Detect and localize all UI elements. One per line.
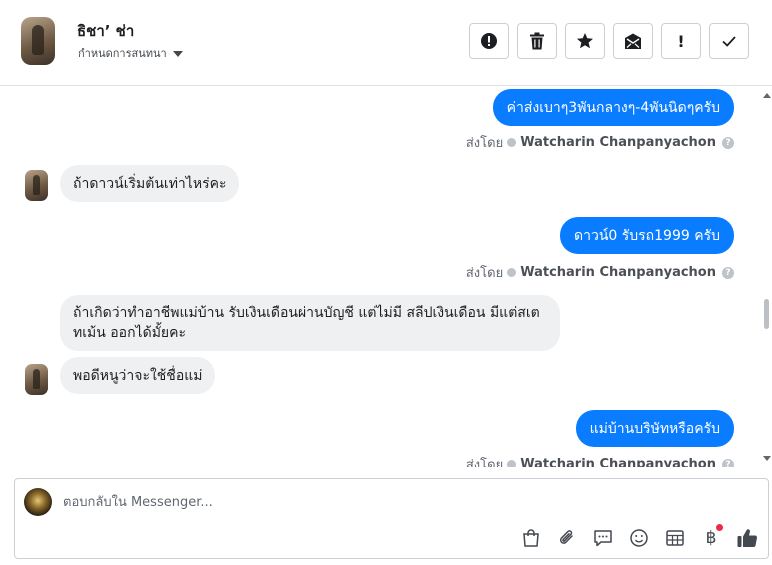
contact-name[interactable]: ธิชา’ ช่า: [77, 19, 134, 43]
thread-header: ธิชา’ ช่า กำหนดการสนทนา !: [0, 0, 772, 86]
contact-avatar-small: [25, 170, 48, 201]
scroll-down-arrow-icon[interactable]: [763, 456, 771, 461]
mark-unread-button[interactable]: [613, 23, 653, 59]
reply-composer: ฿: [14, 478, 769, 559]
sent-by-prefix: ส่งโดย: [465, 458, 504, 467]
help-icon[interactable]: ?: [722, 458, 734, 467]
outgoing-message[interactable]: ค่าส่งเบาๆ3พันกลางๆ-4พันนิดๆครับ: [492, 89, 734, 126]
trash-icon: [530, 32, 544, 50]
table-button[interactable]: [663, 526, 687, 550]
reply-input[interactable]: [63, 491, 623, 513]
page-admin-icon: [507, 138, 517, 147]
messenger-inbox-thread: ธิชา’ ช่า กำหนดการสนทนา ! ค่าส่งเบาๆ3พัน…: [0, 0, 772, 565]
sender-name[interactable]: Watcharin Chanpanyachon: [520, 265, 716, 280]
incoming-message[interactable]: ถ้าเกิดว่าทำอาชีพแม่บ้าน รับเงินเดือนผ่า…: [60, 295, 560, 351]
like-button[interactable]: [735, 526, 759, 550]
sender-name[interactable]: Watcharin Chanpanyachon: [520, 135, 716, 150]
scroll-thumb[interactable]: [764, 299, 769, 329]
thumbs-up-icon: [737, 529, 758, 548]
mark-done-button[interactable]: [709, 23, 749, 59]
star-icon: [577, 33, 593, 49]
scroll-up-arrow-icon[interactable]: [763, 93, 771, 98]
sent-by-prefix: ส่งโดย: [465, 136, 504, 151]
sent-by-prefix: ส่งโดย: [465, 266, 504, 281]
saved-replies-button[interactable]: [591, 526, 615, 550]
sender-name[interactable]: Watcharin Chanpanyachon: [520, 457, 716, 467]
sent-by-line: ส่งโดย Watcharin Chanpanyachon ?: [466, 132, 734, 153]
outgoing-message[interactable]: แม่บ้านบริษัทหรือครับ: [575, 410, 734, 447]
spam-button[interactable]: [469, 23, 509, 59]
page-avatar: [24, 488, 52, 516]
outgoing-message[interactable]: ดาวน์0 รับรถ1999 ครับ: [560, 217, 734, 254]
message-list[interactable]: ค่าส่งเบาๆ3พันกลางๆ-4พันนิดๆครับ ส่งโดย …: [0, 87, 772, 467]
alert-circle-icon: [481, 33, 497, 49]
help-icon[interactable]: ?: [722, 136, 734, 149]
contact-avatar[interactable]: [21, 17, 55, 65]
thread-toolbar: !: [469, 23, 749, 59]
chat-bubble-icon: [594, 530, 612, 547]
envelope-icon: [625, 33, 641, 49]
contact-avatar-small: [25, 364, 48, 395]
help-icon[interactable]: ?: [722, 266, 734, 279]
checkmark-icon: [722, 36, 736, 47]
page-admin-icon: [507, 460, 517, 467]
payment-button[interactable]: ฿: [699, 524, 723, 550]
notification-dot: [716, 524, 723, 531]
shopping-bag-icon: [523, 529, 539, 547]
composer-toolbar: ฿: [519, 524, 759, 550]
star-button[interactable]: [565, 23, 605, 59]
shopping-bag-button[interactable]: [519, 526, 543, 550]
delete-button[interactable]: [517, 23, 557, 59]
smiley-icon: [630, 529, 648, 547]
page-admin-icon: [507, 268, 517, 277]
exclamation-icon: !: [677, 31, 685, 51]
sent-by-line: ส่งโดย Watcharin Chanpanyachon ?: [466, 454, 734, 467]
attach-file-button[interactable]: [555, 526, 579, 550]
incoming-message[interactable]: ถ้าดาวน์เริ่มต้นเท่าไหร่คะ: [60, 165, 240, 202]
paperclip-icon: [559, 530, 573, 544]
emoji-button[interactable]: [627, 526, 651, 550]
caret-down-icon: [172, 50, 183, 57]
message-list-scrollbar[interactable]: [761, 87, 772, 467]
conversation-settings-dropdown[interactable]: กำหนดการสนทนา: [78, 44, 183, 62]
conversation-settings-label: กำหนดการสนทนา: [78, 47, 167, 60]
follow-up-button[interactable]: !: [661, 23, 701, 59]
incoming-message[interactable]: พอดีหนูว่าจะใช้ชื่อแม่: [60, 357, 216, 394]
sent-by-line: ส่งโดย Watcharin Chanpanyachon ?: [466, 262, 734, 283]
baht-icon: ฿: [705, 528, 717, 548]
table-icon: [666, 530, 684, 546]
